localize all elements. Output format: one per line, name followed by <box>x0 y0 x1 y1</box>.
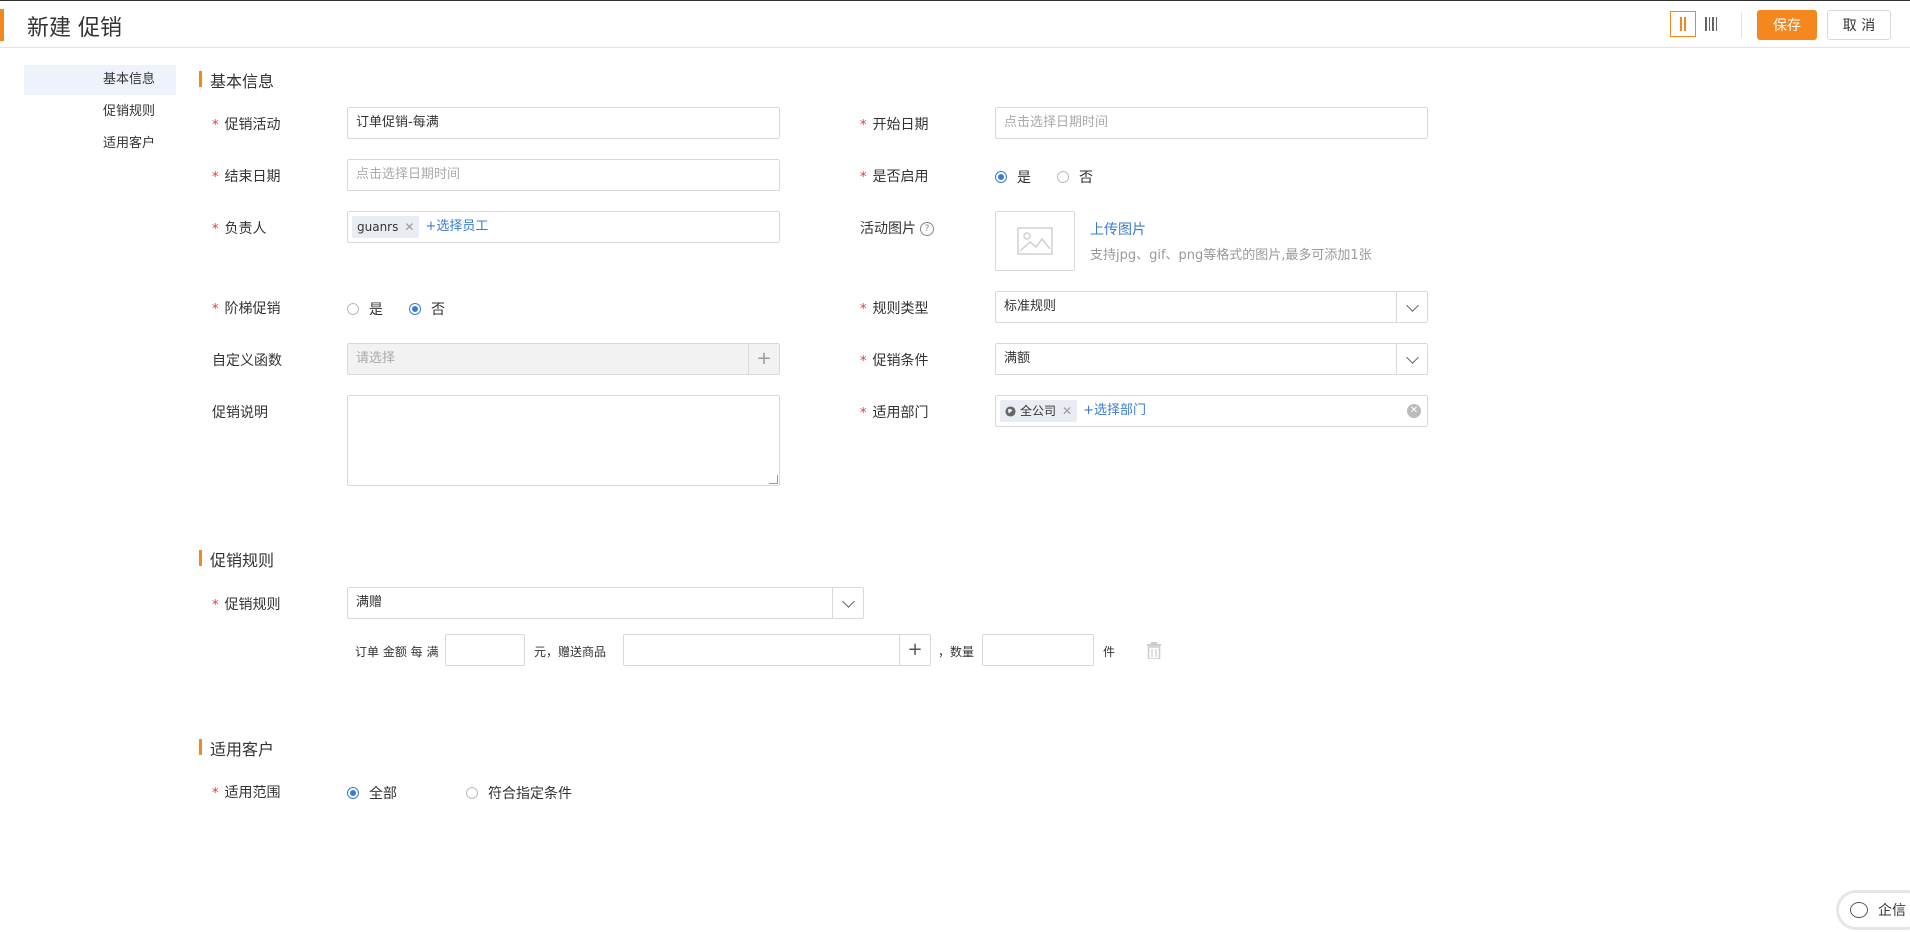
page-title: 新建 促销 <box>27 16 122 41</box>
promo-rule-label: * 促销规则 <box>212 597 281 613</box>
section-title-promo-rules: 促销规则 <box>199 547 274 571</box>
departments-field[interactable]: 全公司 ✕ +选择部门 ✕ <box>995 395 1428 427</box>
activity-image-label: 活动图片? <box>860 218 934 238</box>
scope-label: * 适用范围 <box>212 785 281 801</box>
end-date-input[interactable]: 点击选择日期时间 <box>347 159 780 191</box>
owner-label: * 负责人 <box>212 221 267 237</box>
amount-input[interactable] <box>445 634 525 666</box>
owner-field[interactable]: guanrs ✕ +选择员工 <box>347 211 780 243</box>
start-date-label: * 开始日期 <box>860 117 929 133</box>
four-column-layout-icon[interactable] <box>1698 11 1724 37</box>
plus-icon[interactable]: + <box>748 344 779 374</box>
promo-activity-label: * 促销活动 <box>212 117 281 133</box>
globe-icon <box>1005 405 1016 417</box>
header-divider <box>1741 12 1742 38</box>
enabled-radio-no[interactable]: 否 <box>1057 167 1093 187</box>
rule-prefix-text: 订单 金额 每 满 <box>355 645 439 659</box>
chat-widget[interactable]: 企信 <box>1836 890 1910 930</box>
tiered-promo-label: * 阶梯促销 <box>212 301 281 317</box>
promo-description-textarea[interactable] <box>347 395 780 486</box>
department-tag: 全公司 ✕ <box>1000 400 1078 422</box>
image-placeholder[interactable] <box>995 211 1075 271</box>
radio-unchecked-icon <box>1057 171 1069 183</box>
chevron-down-icon[interactable] <box>832 588 863 618</box>
owner-tag: guanrs ✕ <box>352 216 420 238</box>
sidenav-item-applicable-customers[interactable]: 适用客户 <box>24 129 176 159</box>
custom-function-select[interactable]: 请选择 + <box>347 343 780 375</box>
select-department-link[interactable]: +选择部门 <box>1083 396 1146 426</box>
clear-icon[interactable]: ✕ <box>1407 404 1421 418</box>
gift-product-input[interactable]: + <box>623 634 931 666</box>
tiered-radio-yes[interactable]: 是 <box>347 299 383 319</box>
trash-icon[interactable] <box>1146 642 1162 659</box>
upload-image-link[interactable]: 上传图片 <box>1090 219 1146 239</box>
departments-label: * 适用部门 <box>860 405 929 421</box>
save-button[interactable]: 保存 <box>1757 10 1817 40</box>
chevron-down-icon[interactable] <box>1396 344 1427 374</box>
chat-bubble-icon <box>1850 902 1868 918</box>
help-icon[interactable]: ? <box>920 222 934 236</box>
plus-icon[interactable]: + <box>899 635 930 665</box>
custom-function-label: 自定义函数 <box>212 353 282 369</box>
section-title-applicable-customers: 适用客户 <box>199 736 274 760</box>
radio-unchecked-icon <box>347 303 359 315</box>
sidenav-item-basic-info[interactable]: 基本信息 <box>24 65 176 95</box>
rule-type-label: * 规则类型 <box>860 301 929 317</box>
radio-checked-icon <box>409 303 421 315</box>
chevron-down-icon[interactable] <box>1396 292 1427 322</box>
title-accent-bar <box>0 9 4 41</box>
end-date-label: * 结束日期 <box>212 169 281 185</box>
remove-tag-icon[interactable]: ✕ <box>1062 396 1072 426</box>
chat-label: 企信 <box>1878 903 1906 919</box>
radio-checked-icon <box>347 787 359 799</box>
promo-condition-label: * 促销条件 <box>860 353 929 369</box>
tiered-radio-no[interactable]: 否 <box>409 299 445 319</box>
cancel-button[interactable]: 取 消 <box>1827 10 1891 40</box>
promo-description-label: 促销说明 <box>212 405 268 421</box>
unit-piece-text: 件 <box>1103 645 1116 659</box>
gift-product-text: 元，赠送商品 <box>534 645 607 659</box>
promo-condition-select[interactable]: 满额 <box>995 343 1428 375</box>
page-header: 新建 促销 保存 取 消 <box>0 1 1910 48</box>
scope-radio-all[interactable]: 全部 <box>347 783 397 803</box>
select-employee-link[interactable]: +选择员工 <box>425 212 488 242</box>
side-nav: 基本信息 促销规则 适用客户 <box>24 65 176 161</box>
section-title-basic-info: 基本信息 <box>199 68 274 92</box>
sidenav-item-promo-rules[interactable]: 促销规则 <box>24 97 176 127</box>
image-icon <box>1017 227 1053 255</box>
radio-unchecked-icon <box>466 787 478 799</box>
two-column-layout-icon[interactable] <box>1670 11 1696 37</box>
quantity-input[interactable] <box>982 634 1094 666</box>
promo-activity-input[interactable]: 订单促销-每满 <box>347 107 780 139</box>
upload-hint: 支持jpg、gif、png等格式的图片,最多可添加1张 <box>1090 248 1372 263</box>
radio-checked-icon <box>995 171 1007 183</box>
start-date-input[interactable]: 点击选择日期时间 <box>995 107 1428 139</box>
promo-rule-select[interactable]: 满赠 <box>347 587 864 619</box>
rule-type-select[interactable]: 标准规则 <box>995 291 1428 323</box>
scope-radio-conditional[interactable]: 符合指定条件 <box>466 783 572 803</box>
enabled-label: * 是否启用 <box>860 169 929 185</box>
quantity-text: ，数量 <box>938 645 975 659</box>
remove-tag-icon[interactable]: ✕ <box>404 212 414 242</box>
enabled-radio-yes[interactable]: 是 <box>995 167 1031 187</box>
resize-handle-icon[interactable] <box>769 475 778 484</box>
